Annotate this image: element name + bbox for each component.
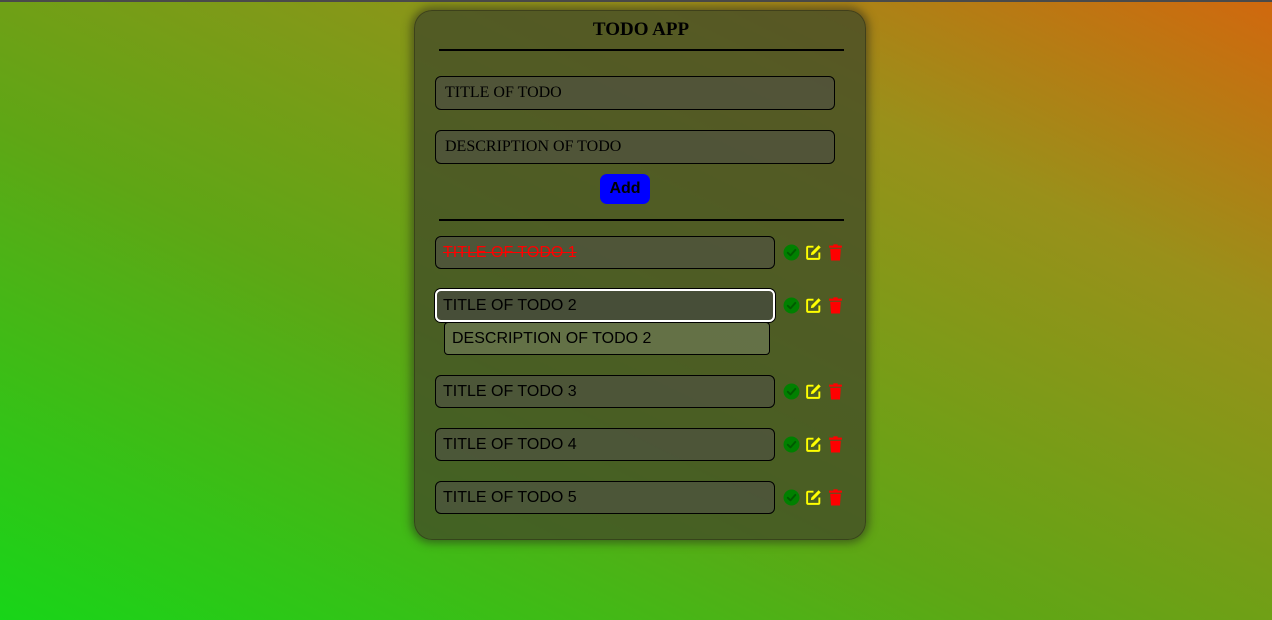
title-input[interactable]: TITLE OF TODO: [435, 76, 835, 110]
todo-actions-4: [783, 436, 844, 453]
header-divider: [439, 49, 844, 51]
todo-actions-3: [783, 383, 844, 400]
todo-title-5[interactable]: TITLE OF TODO 5: [435, 481, 775, 514]
check-circle-icon[interactable]: [783, 383, 800, 400]
description-input[interactable]: DESCRIPTION OF TODO: [435, 130, 835, 164]
app-title: TODO APP: [592, 19, 690, 40]
check-circle-icon[interactable]: [783, 489, 800, 506]
trash-icon[interactable]: [827, 297, 844, 314]
todo-title-1[interactable]: TITLE OF TODO 1: [435, 236, 775, 269]
trash-icon[interactable]: [827, 244, 844, 261]
todo-title-4[interactable]: TITLE OF TODO 4: [435, 428, 775, 461]
window-top-border: [0, 0, 1272, 2]
todo-actions-1: [783, 244, 844, 261]
todo-card: TODO APP TITLE OF TODO DESCRIPTION OF TO…: [414, 10, 866, 540]
trash-icon[interactable]: [827, 383, 844, 400]
edit-icon[interactable]: [805, 383, 822, 400]
trash-icon[interactable]: [827, 489, 844, 506]
check-circle-icon[interactable]: [783, 297, 800, 314]
list-divider: [439, 219, 844, 221]
description-input-placeholder: DESCRIPTION OF TODO: [445, 138, 622, 155]
title-input-placeholder: TITLE OF TODO: [445, 84, 562, 101]
todo-actions-2: [783, 297, 844, 314]
edit-icon[interactable]: [805, 297, 822, 314]
todo-title-3[interactable]: TITLE OF TODO 3: [435, 375, 775, 408]
edit-icon[interactable]: [805, 489, 822, 506]
check-circle-icon[interactable]: [783, 244, 800, 261]
add-button[interactable]: Add: [600, 174, 650, 204]
todo-actions-5: [783, 489, 844, 506]
edit-icon[interactable]: [805, 436, 822, 453]
check-circle-icon[interactable]: [783, 436, 800, 453]
todo-title-2[interactable]: TITLE OF TODO 2: [435, 289, 775, 322]
edit-icon[interactable]: [805, 244, 822, 261]
todo-description-2: DESCRIPTION OF TODO 2: [444, 322, 770, 355]
trash-icon[interactable]: [827, 436, 844, 453]
